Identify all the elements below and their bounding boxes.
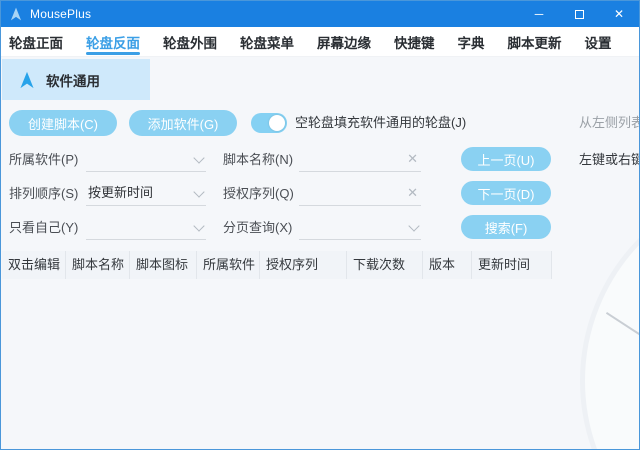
results-table-header: 双击编辑 脚本名称 脚本图标 所属软件 授权序列 下载次数 版本 更新时间 bbox=[2, 251, 552, 279]
clear-icon[interactable]: ✕ bbox=[407, 184, 418, 202]
sort-order-value: 按更新时间 bbox=[86, 181, 206, 205]
section-header-general[interactable]: 软件通用 bbox=[2, 59, 150, 100]
filter-row-1: 所属软件(P) 脚本名称(N) ✕ 上一页(U) 左键或右键 bbox=[1, 147, 639, 173]
maximize-button[interactable] bbox=[559, 1, 599, 27]
page-query-select[interactable] bbox=[299, 215, 421, 240]
license-serial-label: 授权序列(Q) bbox=[223, 181, 294, 207]
fill-empty-wheel-toggle[interactable] bbox=[251, 113, 287, 133]
tab-dictionary[interactable]: 字典 bbox=[458, 27, 485, 56]
app-window: MousePlus ─ ✕ 轮盘正面 轮盘反面 轮盘外围 轮盘菜单 屏幕边缘 快… bbox=[0, 0, 640, 450]
owner-software-select[interactable] bbox=[86, 147, 206, 172]
create-script-button[interactable]: 创建脚本(C) bbox=[9, 110, 117, 136]
col-owner-software[interactable]: 所属软件 bbox=[197, 251, 260, 279]
close-button[interactable]: ✕ bbox=[599, 1, 639, 27]
only-mine-label: 只看自己(Y) bbox=[9, 215, 78, 241]
license-serial-input[interactable]: ✕ bbox=[299, 181, 421, 206]
chevron-down-icon bbox=[193, 152, 204, 163]
toggle-knob bbox=[269, 115, 285, 131]
app-logo-icon bbox=[9, 7, 23, 21]
toggle-label: 空轮盘填充软件通用的轮盘(J) bbox=[295, 113, 466, 133]
tab-settings[interactable]: 设置 bbox=[585, 27, 612, 56]
col-version[interactable]: 版本 bbox=[423, 251, 472, 279]
left-list-hint-text: 从左侧列表 bbox=[579, 113, 640, 133]
tab-wheel-back[interactable]: 轮盘反面 bbox=[86, 27, 140, 56]
window-controls: ─ ✕ bbox=[519, 1, 639, 27]
clear-icon[interactable]: ✕ bbox=[407, 150, 418, 168]
script-name-label: 脚本名称(N) bbox=[223, 147, 293, 173]
mouse-button-hint-text: 左键或右键 bbox=[579, 147, 640, 173]
section-title: 软件通用 bbox=[46, 70, 100, 90]
owner-software-label: 所属软件(P) bbox=[9, 147, 78, 173]
add-software-button[interactable]: 添加软件(G) bbox=[129, 110, 237, 136]
only-mine-select[interactable] bbox=[86, 215, 206, 240]
page-query-label: 分页查询(X) bbox=[223, 215, 292, 241]
tab-hotkeys[interactable]: 快捷键 bbox=[394, 27, 435, 56]
col-script-name[interactable]: 脚本名称 bbox=[66, 251, 130, 279]
tab-wheel-outer[interactable]: 轮盘外围 bbox=[163, 27, 217, 56]
tab-wheel-front[interactable]: 轮盘正面 bbox=[9, 27, 63, 56]
script-name-input[interactable]: ✕ bbox=[299, 147, 421, 172]
next-page-button[interactable]: 下一页(D) bbox=[461, 181, 551, 205]
maximize-icon bbox=[575, 10, 584, 19]
col-license-serial[interactable]: 授权序列 bbox=[260, 251, 347, 279]
prev-page-button[interactable]: 上一页(U) bbox=[461, 147, 551, 171]
tab-script-update[interactable]: 脚本更新 bbox=[508, 27, 562, 56]
search-button[interactable]: 搜索(F) bbox=[461, 215, 551, 239]
col-update-time[interactable]: 更新时间 bbox=[472, 251, 552, 279]
window-title: MousePlus bbox=[30, 7, 91, 21]
tab-screen-edge[interactable]: 屏幕边缘 bbox=[317, 27, 371, 56]
sort-order-label: 排列顺序(S) bbox=[9, 181, 78, 207]
col-script-icon[interactable]: 脚本图标 bbox=[130, 251, 197, 279]
minimize-button[interactable]: ─ bbox=[519, 1, 559, 27]
filter-row-3: 只看自己(Y) 分页查询(X) 搜索(F) bbox=[1, 215, 639, 241]
sort-order-select[interactable]: 按更新时间 bbox=[86, 181, 206, 206]
filter-row-2: 排列顺序(S) 按更新时间 授权序列(Q) ✕ 下一页(D) bbox=[1, 181, 639, 207]
title-bar: MousePlus ─ ✕ bbox=[1, 1, 639, 27]
col-download-count[interactable]: 下载次数 bbox=[347, 251, 423, 279]
content-area: 软件通用 创建脚本(C) 添加软件(G) 空轮盘填充软件通用的轮盘(J) 从左侧… bbox=[1, 1, 639, 449]
col-double-click-edit[interactable]: 双击编辑 bbox=[2, 251, 66, 279]
tab-wheel-menu[interactable]: 轮盘菜单 bbox=[240, 27, 294, 56]
cursor-triangle-icon bbox=[18, 71, 36, 89]
chevron-down-icon bbox=[408, 220, 419, 231]
tab-bar: 轮盘正面 轮盘反面 轮盘外围 轮盘菜单 屏幕边缘 快捷键 字典 脚本更新 设置 bbox=[1, 27, 639, 57]
chevron-down-icon bbox=[193, 220, 204, 231]
